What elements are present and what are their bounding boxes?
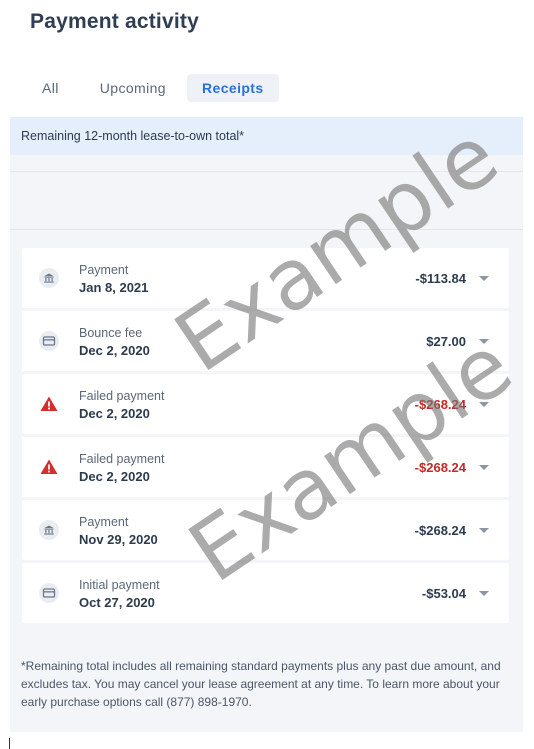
transaction-row[interactable]: Payment Nov 29, 2020 -$268.24 <box>22 500 509 560</box>
warning-icon <box>40 396 58 411</box>
transaction-amount: -$268.24 <box>414 460 466 475</box>
transaction-date: Jan 8, 2021 <box>79 280 149 295</box>
remaining-total-banner: Remaining 12-month lease-to-own total* <box>10 117 523 155</box>
transaction-amount: -$268.24 <box>414 397 466 412</box>
chevron-down-icon[interactable] <box>479 528 489 533</box>
page-title: Payment activity <box>30 10 199 33</box>
transaction-row[interactable]: Failed payment Dec 2, 2020 -$268.24 <box>22 374 509 434</box>
chevron-down-icon[interactable] <box>479 339 489 344</box>
transaction-row[interactable]: Bounce fee Dec 2, 2020 $27.00 <box>22 311 509 371</box>
transaction-date: Nov 29, 2020 <box>79 532 158 547</box>
transaction-row[interactable]: Initial payment Oct 27, 2020 -$53.04 <box>22 563 509 623</box>
remaining-total-value-area <box>10 171 523 230</box>
chevron-down-icon[interactable] <box>479 276 489 281</box>
tab-bar: All Upcoming Receipts <box>28 74 279 102</box>
transaction-date: Dec 2, 2020 <box>79 406 150 421</box>
transaction-label: Failed payment <box>79 389 165 403</box>
warning-icon <box>40 459 58 474</box>
transaction-row[interactable]: Failed payment Dec 2, 2020 -$268.24 <box>22 437 509 497</box>
transaction-amount: $27.00 <box>426 334 466 349</box>
transaction-label: Payment <box>79 515 129 529</box>
transaction-label: Bounce fee <box>79 326 143 340</box>
transaction-amount: -$53.04 <box>421 586 466 601</box>
tab-all[interactable]: All <box>28 74 79 102</box>
receipts-panel: Remaining 12-month lease-to-own total* P… <box>10 117 523 732</box>
card-icon <box>39 583 59 603</box>
transaction-amount: -$268.24 <box>414 523 466 538</box>
chevron-down-icon[interactable] <box>479 402 489 407</box>
tab-upcoming[interactable]: Upcoming <box>85 74 181 102</box>
chevron-down-icon[interactable] <box>479 465 489 470</box>
footnote: *Remaining total includes all remaining … <box>21 659 501 709</box>
bank-icon <box>39 520 59 540</box>
transaction-date: Dec 2, 2020 <box>79 469 150 484</box>
transaction-label: Initial payment <box>79 578 160 592</box>
transaction-row[interactable]: Payment Jan 8, 2021 -$113.84 <box>22 248 509 308</box>
tab-receipts[interactable]: Receipts <box>187 74 279 102</box>
transaction-amount: -$113.84 <box>415 271 466 286</box>
card-icon <box>39 331 59 351</box>
transaction-list: Payment Jan 8, 2021 -$113.84 Bounce fee … <box>22 248 509 626</box>
transaction-label: Payment <box>79 263 129 277</box>
bank-icon <box>39 268 59 288</box>
transaction-label: Failed payment <box>79 452 165 466</box>
text-cursor <box>9 738 10 749</box>
chevron-down-icon[interactable] <box>479 591 489 596</box>
transaction-date: Oct 27, 2020 <box>79 595 155 610</box>
transaction-date: Dec 2, 2020 <box>79 343 150 358</box>
